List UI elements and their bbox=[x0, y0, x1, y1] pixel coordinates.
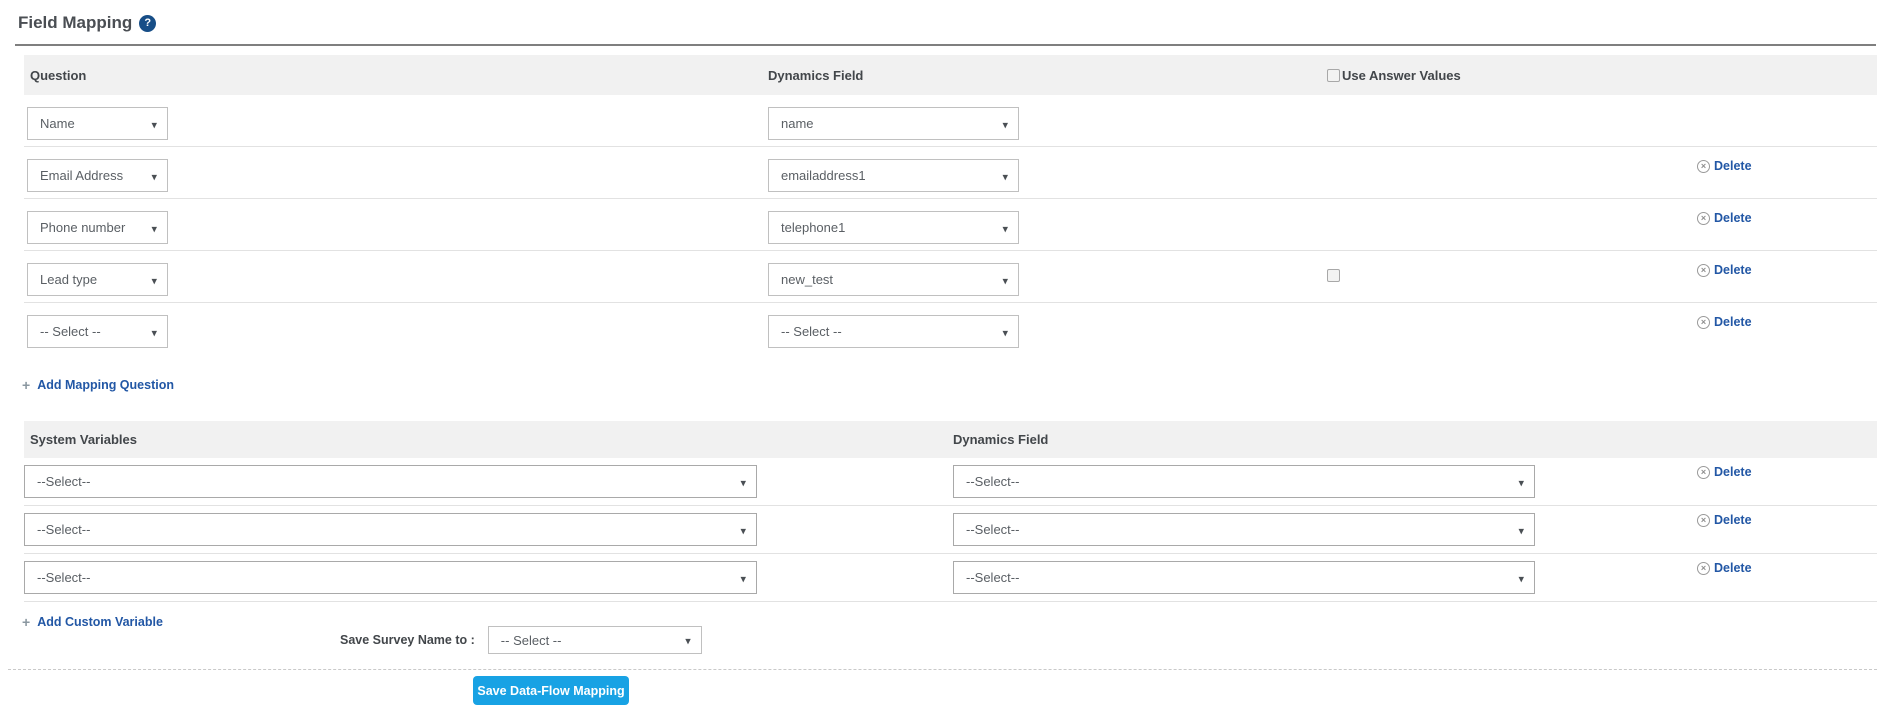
system-variable-row: --Select-- --Select-- Delete bbox=[24, 458, 1877, 506]
question-select[interactable]: -- Select -- bbox=[27, 315, 168, 348]
chevron-down-icon bbox=[740, 522, 746, 537]
system-variable-select[interactable]: --Select-- bbox=[24, 561, 757, 594]
chevron-down-icon bbox=[740, 474, 746, 489]
plus-icon bbox=[22, 377, 30, 393]
chevron-down-icon bbox=[1002, 116, 1008, 131]
question-mapping-table: Question Dynamics Field Use Answer Value… bbox=[24, 55, 1877, 354]
dynamics-field-select[interactable]: --Select-- bbox=[953, 561, 1535, 594]
mapping-row: Phone number telephone1 Delete bbox=[24, 199, 1877, 251]
circle-x-icon bbox=[1697, 562, 1710, 575]
dynamics-field-select[interactable]: -- Select -- bbox=[768, 315, 1019, 348]
system-variable-row: --Select-- --Select-- Delete bbox=[24, 506, 1877, 554]
use-answer-values-header-label: Use Answer Values bbox=[1342, 68, 1461, 83]
question-select[interactable]: Phone number bbox=[27, 211, 168, 244]
mapping-row: -- Select -- -- Select -- Delete bbox=[24, 303, 1877, 354]
system-variable-select[interactable]: --Select-- bbox=[24, 513, 757, 546]
circle-x-icon bbox=[1697, 212, 1710, 225]
circle-x-icon bbox=[1697, 466, 1710, 479]
dynamics-field-select[interactable]: --Select-- bbox=[953, 513, 1535, 546]
dynamics-field-select[interactable]: new_test bbox=[768, 263, 1019, 296]
delete-button[interactable]: Delete bbox=[1697, 513, 1752, 527]
circle-x-icon bbox=[1697, 160, 1710, 173]
chevron-down-icon bbox=[151, 168, 157, 183]
chevron-down-icon bbox=[1002, 272, 1008, 287]
mapping-row: Name name bbox=[24, 95, 1877, 147]
add-mapping-question-link[interactable]: Add Mapping Question bbox=[22, 377, 174, 393]
mapping-row: Lead type new_test Delete bbox=[24, 251, 1877, 303]
circle-x-icon bbox=[1697, 264, 1710, 277]
system-variables-column-header: System Variables bbox=[24, 432, 953, 447]
question-select[interactable]: Email Address bbox=[27, 159, 168, 192]
add-custom-variable-link[interactable]: Add Custom Variable bbox=[22, 614, 163, 630]
system-variables-table: System Variables Dynamics Field --Select… bbox=[24, 421, 1877, 602]
use-answer-values-row-checkbox[interactable] bbox=[1327, 269, 1340, 282]
mapping-row: Email Address emailaddress1 Delete bbox=[24, 147, 1877, 199]
save-dataflow-mapping-button[interactable]: Save Data-Flow Mapping bbox=[473, 676, 629, 705]
dynamics-field-select[interactable]: emailaddress1 bbox=[768, 159, 1019, 192]
chevron-down-icon bbox=[740, 570, 746, 585]
system-variables-header-row: System Variables Dynamics Field bbox=[24, 421, 1877, 458]
delete-button[interactable]: Delete bbox=[1697, 159, 1752, 173]
plus-icon bbox=[22, 614, 30, 630]
circle-x-icon bbox=[1697, 316, 1710, 329]
dynamics-field-select[interactable]: telephone1 bbox=[768, 211, 1019, 244]
dynamics-field-column-header: Dynamics Field bbox=[953, 432, 1697, 447]
delete-button[interactable]: Delete bbox=[1697, 465, 1752, 479]
chevron-down-icon bbox=[1518, 570, 1524, 585]
system-variable-row: --Select-- --Select-- Delete bbox=[24, 554, 1877, 602]
chevron-down-icon bbox=[1002, 220, 1008, 235]
title-divider bbox=[15, 44, 1876, 46]
chevron-down-icon bbox=[1518, 474, 1524, 489]
page-title: Field Mapping bbox=[18, 13, 132, 33]
chevron-down-icon bbox=[151, 324, 157, 339]
delete-button[interactable]: Delete bbox=[1697, 561, 1752, 575]
question-mapping-header-row: Question Dynamics Field Use Answer Value… bbox=[24, 55, 1877, 95]
use-answer-values-header: Use Answer Values bbox=[1327, 68, 1697, 83]
save-survey-name-label: Save Survey Name to : bbox=[340, 633, 475, 647]
dynamics-field-select[interactable]: name bbox=[768, 107, 1019, 140]
delete-button[interactable]: Delete bbox=[1697, 263, 1752, 277]
chevron-down-icon bbox=[1518, 522, 1524, 537]
use-answer-values-header-checkbox[interactable] bbox=[1327, 69, 1340, 82]
dynamics-field-column-header: Dynamics Field bbox=[768, 68, 1327, 83]
system-variable-select[interactable]: --Select-- bbox=[24, 465, 757, 498]
circle-x-icon bbox=[1697, 514, 1710, 527]
dashed-divider bbox=[8, 669, 1877, 670]
chevron-down-icon bbox=[1002, 324, 1008, 339]
delete-button[interactable]: Delete bbox=[1697, 211, 1752, 225]
chevron-down-icon bbox=[1002, 168, 1008, 183]
page-header: Field Mapping ? bbox=[0, 0, 1885, 33]
chevron-down-icon bbox=[685, 633, 691, 648]
chevron-down-icon bbox=[151, 220, 157, 235]
question-select[interactable]: Lead type bbox=[27, 263, 168, 296]
save-survey-name-select[interactable]: -- Select -- bbox=[488, 626, 702, 654]
question-select[interactable]: Name bbox=[27, 107, 168, 140]
delete-button[interactable]: Delete bbox=[1697, 315, 1752, 329]
dynamics-field-select[interactable]: --Select-- bbox=[953, 465, 1535, 498]
question-column-header: Question bbox=[24, 68, 768, 83]
help-icon[interactable]: ? bbox=[139, 15, 156, 32]
chevron-down-icon bbox=[151, 116, 157, 131]
chevron-down-icon bbox=[151, 272, 157, 287]
save-survey-name-row: Save Survey Name to : -- Select -- bbox=[340, 626, 1885, 654]
